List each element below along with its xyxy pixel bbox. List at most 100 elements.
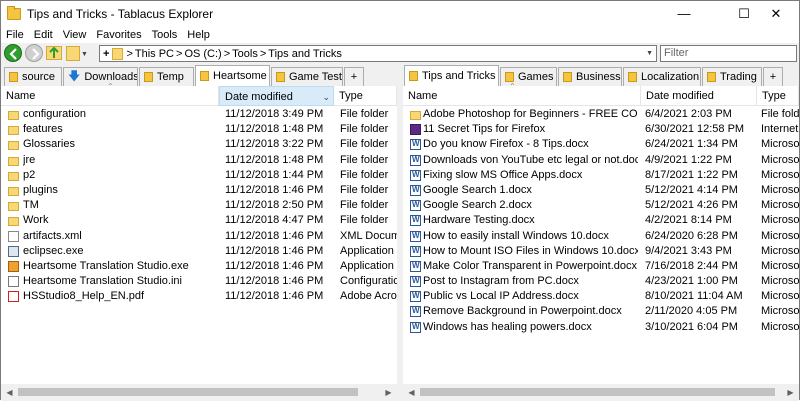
file-row[interactable]: HSStudio8_Help_EN.pdf 11/12/2018 1:46 PM A… xyxy=(1,289,397,304)
up-folder-icon[interactable] xyxy=(46,46,62,60)
tab-heartsome[interactable]: Heartsome xyxy=(195,65,270,86)
file-row[interactable]: Do you know Firefox - 8 Tips.docx 6/24/20… xyxy=(403,137,799,152)
file-type: Adobe Acroba xyxy=(340,290,397,303)
file-name: Fixing slow MS Office Apps.docx xyxy=(423,168,583,181)
file-row[interactable]: Hardware Testing.docx 4/2/2021 8:14 PM Mic… xyxy=(403,213,799,228)
back-icon[interactable] xyxy=(4,44,22,62)
file-row[interactable]: configuration 11/12/2018 3:49 PM File fold… xyxy=(1,107,397,122)
column-type[interactable]: Type xyxy=(757,86,799,106)
address-bar[interactable]: + > This PC > OS (C:) > Tools > Tips and… xyxy=(99,45,657,62)
file-row[interactable]: How to Mount ISO Files in Windows 10.doc… xyxy=(403,244,799,259)
scroll-left-icon[interactable]: ◀ xyxy=(1,384,18,401)
menu-tools[interactable]: Tools xyxy=(147,29,183,41)
tab-business[interactable]: Business xyxy=(558,67,622,86)
tab-localization[interactable]: Localization xyxy=(623,67,701,86)
file-row[interactable]: Work 11/12/2018 4:47 PM File folder xyxy=(1,213,397,228)
address-dropdown-icon[interactable]: ▼ xyxy=(646,50,653,57)
window-title: Tips and Tricks - Tablacus Explorer xyxy=(27,6,214,21)
filter-input[interactable]: Filter xyxy=(660,45,797,62)
folder-tree-icon[interactable] xyxy=(66,46,80,61)
file-row[interactable]: How to easily install Windows 10.docx 6/2… xyxy=(403,229,799,244)
file-row[interactable]: p2 11/12/2018 1:44 PM File folder xyxy=(1,168,397,183)
breadcrumb-os-c[interactable]: OS (C:) xyxy=(182,48,223,60)
file-row[interactable]: Post to Instagram from PC.docx 4/23/2021 … xyxy=(403,274,799,289)
file-date: 8/17/2021 1:22 PM xyxy=(645,168,738,181)
scroll-left-icon[interactable]: ◀ xyxy=(403,384,420,401)
file-row[interactable]: eclipsec.exe 11/12/2018 1:46 PM Applicatio… xyxy=(1,244,397,259)
menu-view[interactable]: View xyxy=(58,29,92,41)
new-tab-button[interactable]: + xyxy=(763,67,783,86)
chevron-down-icon[interactable]: ⌄ xyxy=(322,87,330,105)
exe-file-icon xyxy=(8,245,19,257)
tab-trading[interactable]: Trading xyxy=(702,67,762,86)
file-row[interactable]: Downloads von YouTube etc legal or not.d… xyxy=(403,153,799,168)
file-row[interactable]: Windows has healing powers.docx 3/10/2021… xyxy=(403,320,799,335)
doc-file-icon xyxy=(410,139,421,151)
file-row[interactable]: jre 11/12/2018 1:48 PM File folder xyxy=(1,153,397,168)
file-type: Internet S xyxy=(761,123,799,136)
file-row[interactable]: TM 11/12/2018 2:50 PM File folder xyxy=(1,198,397,213)
tab-source[interactable]: source xyxy=(4,67,62,86)
file-name: Downloads von YouTube etc legal or not.d… xyxy=(423,153,638,166)
column-date-modified[interactable]: Date modified ⌄ xyxy=(219,86,334,106)
breadcrumb-tools[interactable]: Tools xyxy=(230,48,260,60)
file-row[interactable]: Google Search 2.docx 5/12/2021 4:26 PM Mic… xyxy=(403,198,799,213)
file-date: 4/23/2021 1:00 PM xyxy=(645,275,738,288)
menu-edit[interactable]: Edit xyxy=(29,29,58,41)
folder-icon xyxy=(276,72,285,82)
file-date: 6/24/2021 1:34 PM xyxy=(645,138,738,151)
menu-help[interactable]: Help xyxy=(182,29,215,41)
tab-temp[interactable]: Temp xyxy=(139,67,194,86)
column-type[interactable]: Type xyxy=(334,86,397,106)
file-date: 6/30/2021 12:58 PM xyxy=(645,123,745,136)
file-row[interactable]: Google Search 1.docx 5/12/2021 4:14 PM Mic… xyxy=(403,183,799,198)
file-row[interactable]: Glossaries 11/12/2018 3:22 PM File folder xyxy=(1,137,397,152)
close-button[interactable]: ✕ xyxy=(753,1,799,26)
menu-bar: File Edit View Favorites Tools Help xyxy=(1,26,799,43)
file-name: Do you know Firefox - 8 Tips.docx xyxy=(423,138,589,151)
forward-icon[interactable] xyxy=(25,44,43,62)
scroll-thumb[interactable] xyxy=(18,388,358,396)
tab-downloads[interactable]: 🡇 Downloads xyxy=(63,67,138,86)
file-name: Hardware Testing.docx xyxy=(423,214,535,227)
scroll-thumb[interactable] xyxy=(420,388,775,396)
file-row[interactable]: Public vs Local IP Address.docx 8/10/2021… xyxy=(403,289,799,304)
address-plus[interactable]: + xyxy=(100,48,112,60)
file-row[interactable]: Adobe Photoshop for Beginners - FREE COU… xyxy=(403,107,799,122)
file-row[interactable]: artifacts.xml 11/12/2018 1:46 PM XML Docum… xyxy=(1,229,397,244)
file-type: Microsoft xyxy=(761,320,799,333)
breadcrumb-this-pc[interactable]: This PC xyxy=(133,48,176,60)
new-tab-button[interactable]: + xyxy=(344,67,364,86)
file-type: Microsoft xyxy=(761,153,799,166)
app-window: Tips and Tricks - Tablacus Explorer — ☐ … xyxy=(0,0,800,401)
tab-label: source xyxy=(22,71,56,83)
right-horizontal-scrollbar[interactable]: ◀ ▶ xyxy=(403,384,799,401)
doc-file-icon xyxy=(410,154,421,166)
file-row[interactable]: Heartsome Translation Studio.exe 11/12/20… xyxy=(1,259,397,274)
file-row[interactable]: Heartsome Translation Studio.ini 11/12/20… xyxy=(1,274,397,289)
minimize-button[interactable]: — xyxy=(661,1,707,26)
doc-file-icon xyxy=(410,230,421,242)
file-row[interactable]: Fixing slow MS Office Apps.docx 8/17/2021… xyxy=(403,168,799,183)
scroll-right-icon[interactable]: ▶ xyxy=(782,384,799,401)
file-row[interactable]: 11 Secret Tips for Firefox 6/30/2021 12:5… xyxy=(403,122,799,137)
column-name[interactable]: Name xyxy=(403,86,641,106)
file-row[interactable]: plugins 11/12/2018 1:46 PM File folder xyxy=(1,183,397,198)
file-date: 11/12/2018 3:22 PM xyxy=(225,138,324,151)
scroll-right-icon[interactable]: ▶ xyxy=(380,384,397,401)
menu-file[interactable]: File xyxy=(1,29,29,41)
file-row[interactable]: Make Color Transparent in Powerpoint.doc… xyxy=(403,259,799,274)
tab-game-test[interactable]: Game Test xyxy=(271,67,343,86)
file-row[interactable]: features 11/12/2018 1:48 PM File folder xyxy=(1,122,397,137)
file-date: 7/16/2018 2:44 PM xyxy=(645,259,738,272)
history-dropdown-icon[interactable]: ▼ xyxy=(81,51,88,58)
tab-tips-and-tricks[interactable]: Tips and Tricks xyxy=(404,65,499,86)
folder-file-icon xyxy=(8,202,19,212)
breadcrumb-tips-and-tricks[interactable]: Tips and Tricks xyxy=(266,48,344,60)
file-row[interactable]: Remove Background in Powerpoint.docx 2/11… xyxy=(403,304,799,319)
file-date: 11/12/2018 1:44 PM xyxy=(225,168,324,181)
left-horizontal-scrollbar[interactable]: ◀ ▶ xyxy=(1,384,397,401)
column-date-modified[interactable]: Date modified xyxy=(641,86,757,106)
folder-file-icon xyxy=(8,217,19,227)
menu-favorites[interactable]: Favorites xyxy=(91,29,146,41)
